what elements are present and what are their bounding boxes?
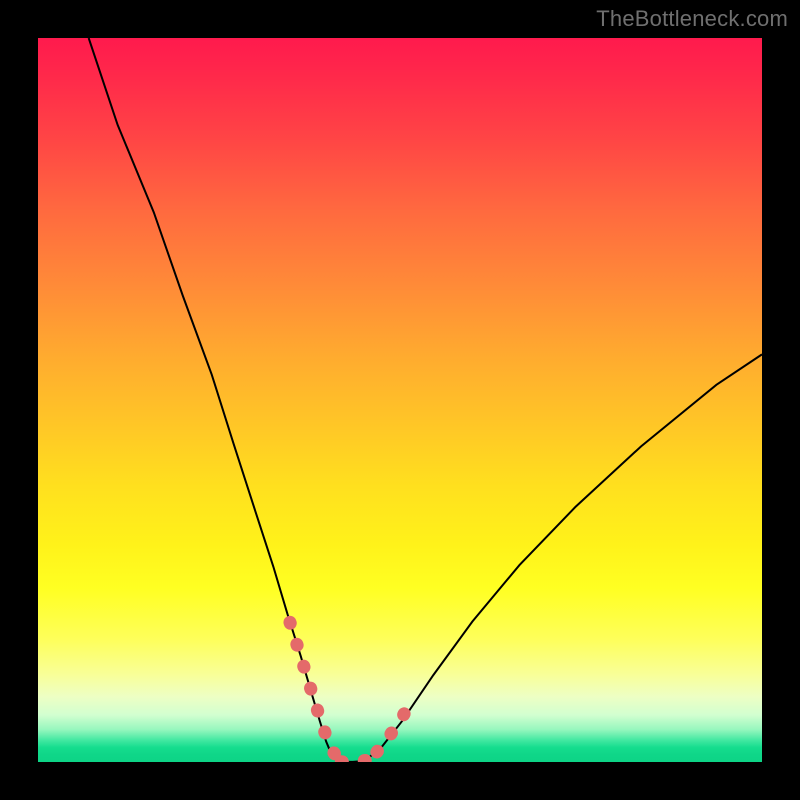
series-curve bbox=[89, 38, 762, 762]
watermark-text: TheBottleneck.com bbox=[596, 6, 788, 32]
plot-area bbox=[38, 38, 762, 762]
series-highlight-right bbox=[377, 697, 414, 752]
chart-svg bbox=[38, 38, 762, 762]
series-highlight-left bbox=[290, 622, 338, 758]
chart-frame: TheBottleneck.com bbox=[0, 0, 800, 800]
